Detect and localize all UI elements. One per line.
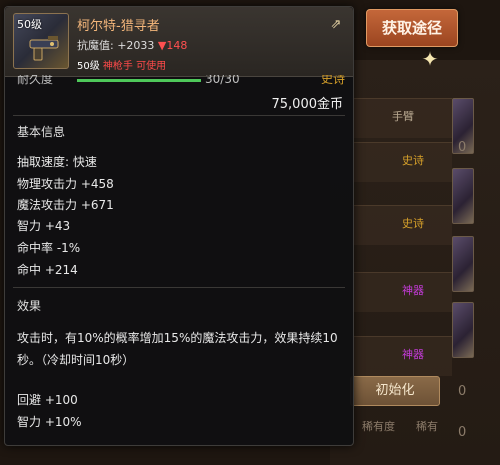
item-thumbnail[interactable] [452,302,474,358]
resist-value: 抗魔值: +2033 ▼148 [77,37,187,53]
item-icon: 50级 [13,13,69,69]
item-thumbnail[interactable] [452,236,474,292]
item-tooltip: 50级 柯尔特-猎寻者 抗魔值: +2033 ▼148 50级 神枪手 可使用 … [4,6,354,446]
stat-line: 魔法攻击力 +671 [17,198,114,212]
divider [13,115,345,116]
stat-line: 物理攻击力 +458 [17,177,114,191]
slot-tag: 手臂 [392,110,414,123]
durability-label: 耐久度 [17,75,54,85]
reset-button[interactable]: 初始化 [350,376,440,406]
durability-fill [77,79,201,82]
stat-line: 抽取速度: 快速 [17,155,97,169]
price: 75,000金币 [271,97,344,112]
rarity-tag: 神器 [402,284,424,297]
stat-line: 命中 +214 [17,263,78,277]
requirement-line: 50级 神枪手 可使用 [77,57,166,72]
rarity-tag: 神器 [402,348,424,361]
get-source-button[interactable]: 获取途径 [366,9,458,47]
count-digit: 0 [458,425,467,440]
item-thumbnail[interactable] [452,168,474,224]
share-icon[interactable]: ⇗ [327,17,345,33]
resist-label: 抗魔值: +2033 [77,39,155,52]
resist-diff: ▼148 [157,39,188,52]
bonus-stat: 智力 +10% [17,415,82,429]
item-name: 柯尔特-猎寻者 [77,19,160,34]
durability-value: 30/30 [205,75,240,85]
durability-bar [77,79,201,82]
tooltip-header: 50级 柯尔特-猎寻者 抗魔值: +2033 ▼148 50级 神枪手 可使用 … [5,7,353,77]
required-class: 神枪手 可使用 [102,61,167,72]
rarity-label: 稀有 [416,420,438,433]
gun-icon [29,36,59,61]
rarity-tag: 史诗 [402,154,424,167]
required-level: 50级 [77,61,100,72]
basic-info-title: 基本信息 [17,125,66,139]
divider [13,287,345,288]
stat-line: 智力 +43 [17,219,71,233]
bonus-stat: 回避 +100 [17,393,78,407]
stat-line: 命中率 -1% [17,241,81,255]
count-digit: 0 [458,384,467,399]
effect-title: 效果 [17,299,42,313]
count-digit: 0 [458,140,467,155]
rarity-label: 稀有度 [362,420,395,433]
effect-description: 攻击时，有10%的概率增加15%的魔法攻击力，效果持续10秒。（冷却时间10秒） [17,331,338,367]
sparkle-icon: ✦ [421,47,439,71]
rarity-label: 史诗 [321,75,346,85]
rarity-tag: 史诗 [402,217,424,230]
